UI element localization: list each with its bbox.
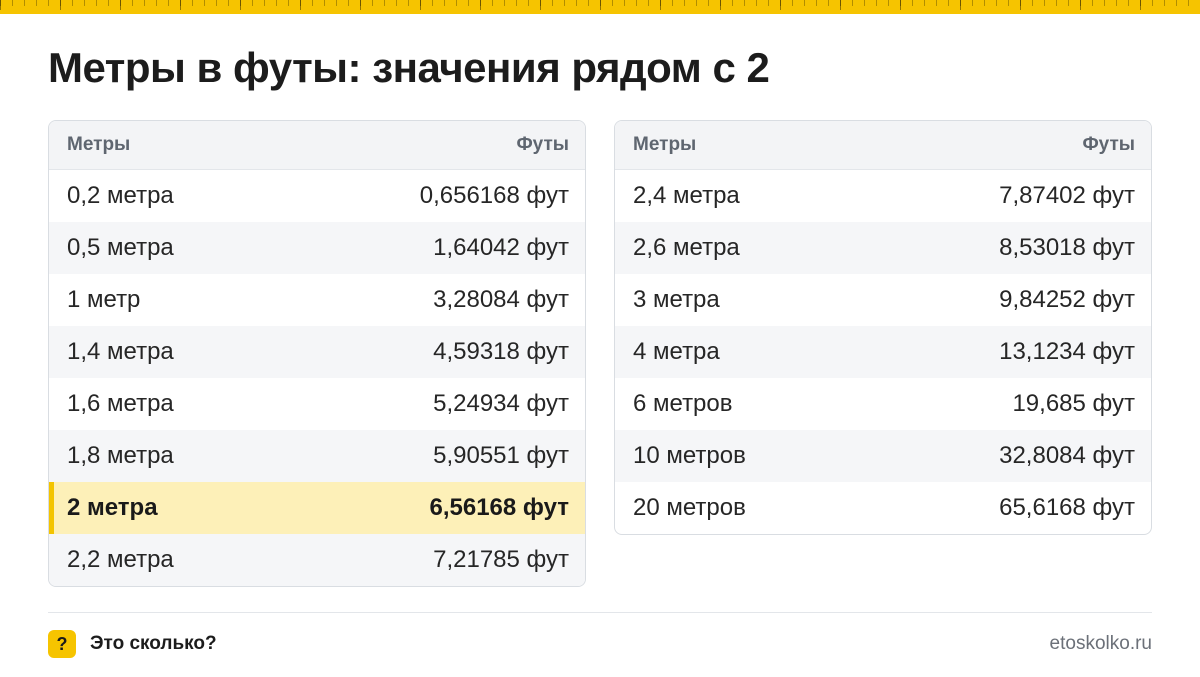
- cell-feet: 5,24934 фут: [433, 390, 569, 417]
- cell-feet: 9,84252 фут: [999, 286, 1135, 313]
- site-link[interactable]: etoskolko.ru: [1050, 633, 1152, 655]
- cell-meters: 10 метров: [633, 442, 746, 469]
- header-feet: Футы: [516, 134, 569, 155]
- table-header: Метры Футы: [615, 121, 1151, 170]
- cell-meters: 1,8 метра: [67, 442, 174, 469]
- cell-meters: 2,2 метра: [67, 546, 174, 573]
- conversion-table-right: Метры Футы 2,4 метра 7,87402 фут 2,6 мет…: [614, 120, 1152, 535]
- table-row: 10 метров 32,8084 фут: [615, 430, 1151, 482]
- cell-feet: 65,6168 фут: [999, 494, 1135, 521]
- cell-feet: 4,59318 фут: [433, 338, 569, 365]
- question-mark-icon: ?: [48, 630, 76, 658]
- page-title: Метры в футы: значения рядом с 2: [48, 44, 770, 91]
- table-row: 2,4 метра 7,87402 фут: [615, 170, 1151, 222]
- cell-feet: 5,90551 фут: [433, 442, 569, 469]
- cell-feet: 32,8084 фут: [999, 442, 1135, 469]
- brand[interactable]: ? Это сколько?: [48, 630, 217, 658]
- cell-feet: 7,87402 фут: [999, 182, 1135, 209]
- cell-meters: 1,6 метра: [67, 390, 174, 417]
- cell-meters: 1,4 метра: [67, 338, 174, 365]
- cell-feet: 19,685 фут: [1012, 390, 1135, 417]
- table-row: 6 метров 19,685 фут: [615, 378, 1151, 430]
- table-row: 4 метра 13,1234 фут: [615, 326, 1151, 378]
- table-row: 3 метра 9,84252 фут: [615, 274, 1151, 326]
- table-row: 20 метров 65,6168 фут: [615, 482, 1151, 534]
- cell-meters: 6 метров: [633, 390, 733, 417]
- cell-meters: 0,2 метра: [67, 182, 174, 209]
- table-row: 1 метр 3,28084 фут: [49, 274, 585, 326]
- conversion-table-left: Метры Футы 0,2 метра 0,656168 фут 0,5 ме…: [48, 120, 586, 587]
- cell-meters: 3 метра: [633, 286, 720, 313]
- cell-feet: 3,28084 фут: [433, 286, 569, 313]
- cell-feet: 1,64042 фут: [433, 234, 569, 261]
- table-row: 2,6 метра 8,53018 фут: [615, 222, 1151, 274]
- cell-feet: 7,21785 фут: [433, 546, 569, 573]
- cell-meters: 2,6 метра: [633, 234, 740, 261]
- table-row: 0,2 метра 0,656168 фут: [49, 170, 585, 222]
- header-feet: Футы: [1082, 134, 1135, 155]
- footer-divider: [48, 612, 1152, 613]
- table-row: 1,4 метра 4,59318 фут: [49, 326, 585, 378]
- cell-feet: 8,53018 фут: [999, 234, 1135, 261]
- ruler-strip: [0, 0, 1200, 14]
- header-meters: Метры: [633, 134, 697, 155]
- table-row: 2,2 метра 7,21785 фут: [49, 534, 585, 586]
- cell-meters: 1 метр: [67, 286, 141, 313]
- brand-name: Это сколько?: [90, 633, 217, 654]
- cell-meters: 0,5 метра: [67, 234, 174, 261]
- cell-feet: 0,656168 фут: [419, 182, 569, 209]
- cell-meters: 2 метра: [67, 494, 158, 521]
- table-row: 0,5 метра 1,64042 фут: [49, 222, 585, 274]
- cell-meters: 20 метров: [633, 494, 746, 521]
- cell-feet: 6,56168 фут: [429, 494, 570, 521]
- cell-meters: 2,4 метра: [633, 182, 740, 209]
- table-row-highlighted: 2 метра 6,56168 фут: [49, 482, 585, 534]
- table-row: 1,8 метра 5,90551 фут: [49, 430, 585, 482]
- header-meters: Метры: [67, 134, 131, 155]
- table-header: Метры Футы: [49, 121, 585, 170]
- table-row: 1,6 метра 5,24934 фут: [49, 378, 585, 430]
- cell-feet: 13,1234 фут: [999, 338, 1135, 365]
- cell-meters: 4 метра: [633, 338, 720, 365]
